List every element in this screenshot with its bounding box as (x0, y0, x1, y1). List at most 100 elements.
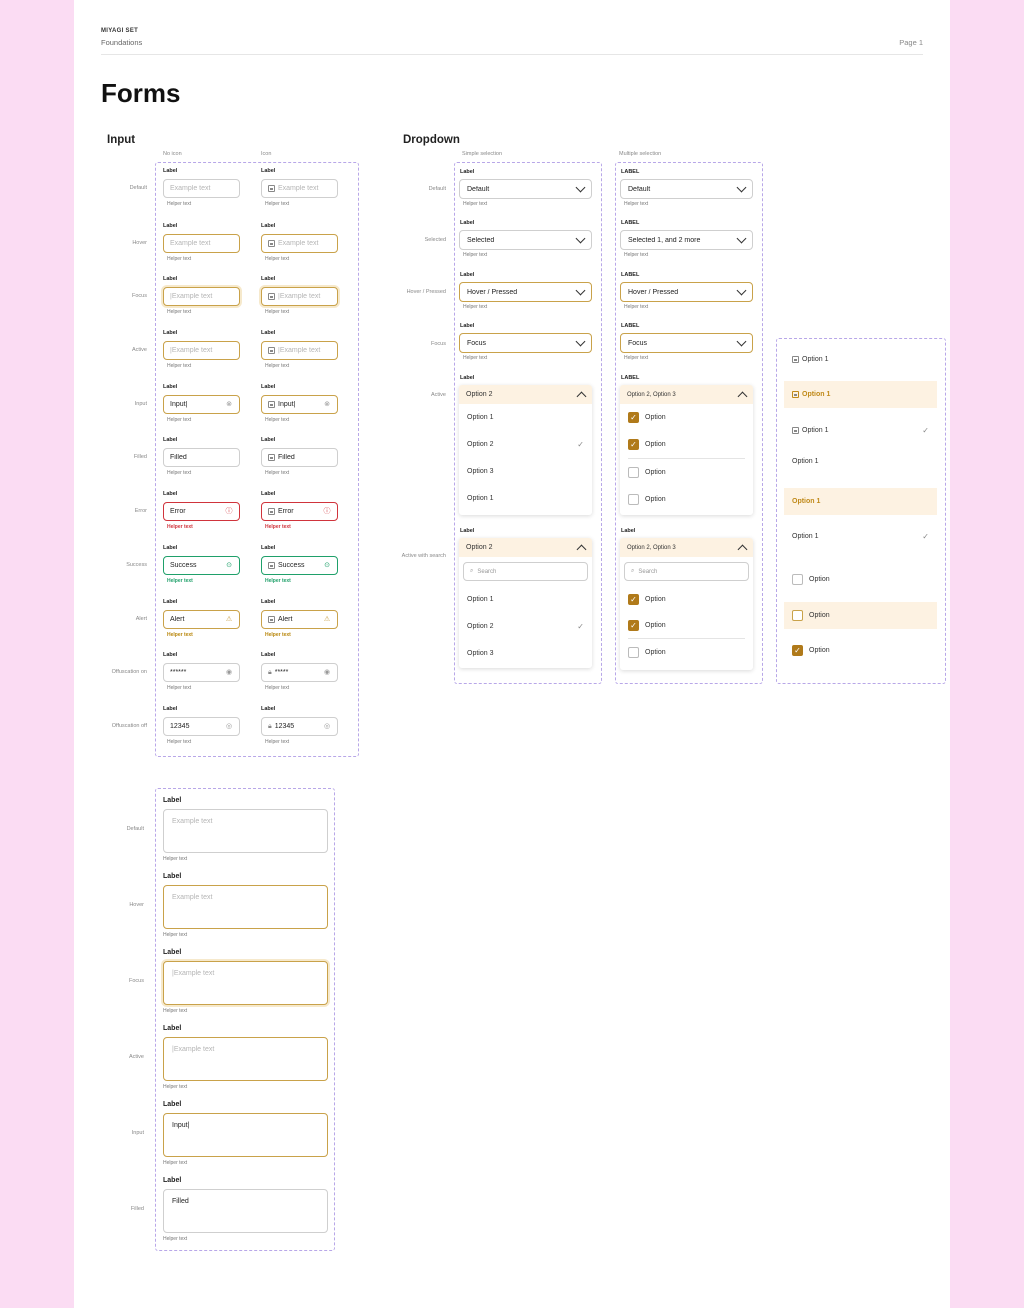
dropdown-option[interactable]: Option 2 ✓ (459, 613, 592, 640)
checkbox[interactable] (628, 467, 639, 478)
checkbox-option[interactable]: Option (620, 459, 753, 486)
text-input[interactable]: Input| ⊗ (163, 395, 240, 414)
textarea-value: Example text (172, 818, 213, 825)
dropdown-label: Label (621, 528, 636, 534)
textarea-value: |Example text (172, 1046, 215, 1053)
text-input[interactable]: |Example text (261, 341, 338, 360)
checkbox-option[interactable]: Option (620, 486, 753, 513)
dropdown-focus[interactable]: Focus (459, 333, 592, 353)
text-input[interactable]: |Example text (261, 287, 338, 306)
list-item-option[interactable]: Option (784, 566, 937, 593)
checkbox[interactable]: ✓ (628, 593, 639, 605)
dropdown-label: Label (460, 220, 475, 226)
dropdown-value: Selected (467, 236, 495, 244)
text-input[interactable]: |Example text (163, 341, 240, 360)
dropdown-value: Hover / Pressed (467, 288, 518, 296)
checkbox[interactable]: ✓ (792, 645, 803, 656)
text-input[interactable]: Error ⓘ (163, 502, 240, 521)
dropdown-open-head[interactable]: Option 2, Option 3 (620, 538, 753, 557)
text-input[interactable]: Filled (163, 448, 240, 467)
textarea-field[interactable]: |Example text (163, 1037, 328, 1081)
dropdown-label: LABEL (621, 323, 640, 329)
dropdown-selected[interactable]: Selected (459, 230, 592, 250)
text-input[interactable]: Error ⓘ (261, 502, 338, 521)
checkbox[interactable] (792, 610, 803, 621)
checkbox[interactable]: ✓ (628, 412, 639, 423)
dropdown-open-head[interactable]: Option 2 (459, 538, 592, 557)
dropdown-option[interactable]: Option 3 (459, 640, 592, 667)
text-input[interactable]: Success ⊙ (163, 556, 240, 575)
dropdown-selected[interactable]: Selected 1, and 2 more (620, 230, 753, 250)
search-input[interactable]: ⌕ Search (463, 562, 588, 581)
textarea-field[interactable]: Example text (163, 809, 328, 853)
dropdown-option[interactable]: Option 1 (459, 586, 592, 613)
text-input[interactable]: 🔒︎ 12345 ◎ (261, 717, 338, 736)
search-input[interactable]: ⌕ Search (624, 562, 749, 581)
input-value: ****** (170, 669, 187, 676)
dropdown-option[interactable]: Option 3 (459, 458, 592, 485)
checkbox[interactable] (628, 494, 639, 505)
textarea-field[interactable]: Input| (163, 1113, 328, 1157)
dropdown-focus[interactable]: Focus (620, 333, 753, 353)
dd-row-label-hover: Hover / Pressed (406, 289, 446, 295)
checkbox-option[interactable]: Option (620, 639, 753, 665)
text-input[interactable]: Example text (163, 179, 240, 198)
helper-text: Helper text (265, 524, 291, 530)
checkbox-option[interactable]: ✓ Option (620, 586, 753, 612)
list-item-option[interactable]: Option 1 ✓ (784, 417, 937, 444)
dropdown-hover[interactable]: Hover / Pressed (459, 282, 592, 302)
multi-search-panel: Option 2, Option 3 ⌕ Search ✓ Option ✓ Option O… (620, 538, 753, 670)
list-item-option[interactable]: Option (784, 602, 937, 629)
option-label: Option (809, 612, 830, 619)
checkbox-option[interactable]: ✓ Option (620, 612, 753, 638)
text-input[interactable]: Success ⊙ (261, 556, 338, 575)
text-input[interactable]: 12345 ◎ (163, 717, 240, 736)
field-label: Label (261, 652, 276, 658)
dropdown-default[interactable]: Default (620, 179, 753, 199)
check-icon: ✓ (922, 532, 929, 541)
list-item-option[interactable]: Option 1 (784, 346, 937, 373)
text-input[interactable]: Input| ⊗ (261, 395, 338, 414)
list-item-option[interactable]: Option 1 (784, 448, 937, 475)
field-status-icon: ⚠ (225, 615, 233, 623)
dropdown-open-head[interactable]: Option 2, Option 3 (620, 385, 753, 404)
text-input[interactable]: Example text (261, 179, 338, 198)
text-input[interactable]: Alert ⚠ (163, 610, 240, 629)
checkbox[interactable]: ✓ (628, 619, 639, 631)
list-item-option[interactable]: Option 1 ✓ (784, 523, 937, 550)
text-input[interactable]: Example text (163, 234, 240, 253)
input-value: Example text (278, 240, 319, 247)
input-value: Example text (170, 185, 211, 192)
checkbox-option[interactable]: ✓ Option (620, 431, 753, 458)
dropdown-open-head[interactable]: Option 2 (459, 385, 592, 404)
text-input[interactable]: ****** ◉ (163, 663, 240, 682)
helper-text: Helper text (265, 739, 290, 745)
option-label: Option 3 (467, 650, 494, 657)
helper-text: Helper text (163, 856, 188, 862)
dropdown-default[interactable]: Default (459, 179, 592, 199)
helper-text: Helper text (463, 201, 488, 207)
checkbox-option[interactable]: ✓ Option (620, 404, 753, 431)
checkbox[interactable] (628, 646, 639, 658)
checkbox[interactable]: ✓ (628, 439, 639, 450)
dropdown-hover[interactable]: Hover / Pressed (620, 282, 753, 302)
dropdown-option[interactable]: Option 1 (459, 404, 592, 431)
text-input[interactable]: |Example text (163, 287, 240, 306)
text-input[interactable]: Filled (261, 448, 338, 467)
text-input[interactable]: Alert ⚠ (261, 610, 338, 629)
field-label: Label (163, 276, 178, 282)
dropdown-option[interactable]: Option 2 ✓ (459, 431, 592, 458)
input-value: Alert (170, 616, 185, 623)
textarea-field[interactable]: Filled (163, 1189, 328, 1233)
list-item-option[interactable]: Option 1 (784, 488, 937, 515)
list-item-option[interactable]: ✓ Option (784, 637, 937, 664)
text-input[interactable]: Example text (261, 234, 338, 253)
text-input[interactable]: 🔒︎ ***** ◉ (261, 663, 338, 682)
list-item-option[interactable]: Option 1 (784, 381, 937, 408)
helper-text: Helper text (624, 201, 649, 207)
dropdown-option[interactable]: Option 1 (459, 485, 592, 512)
field-status-icon: ⓘ (225, 507, 233, 515)
textarea-field[interactable]: |Example text (163, 961, 328, 1005)
checkbox[interactable] (792, 574, 803, 585)
textarea-field[interactable]: Example text (163, 885, 328, 929)
